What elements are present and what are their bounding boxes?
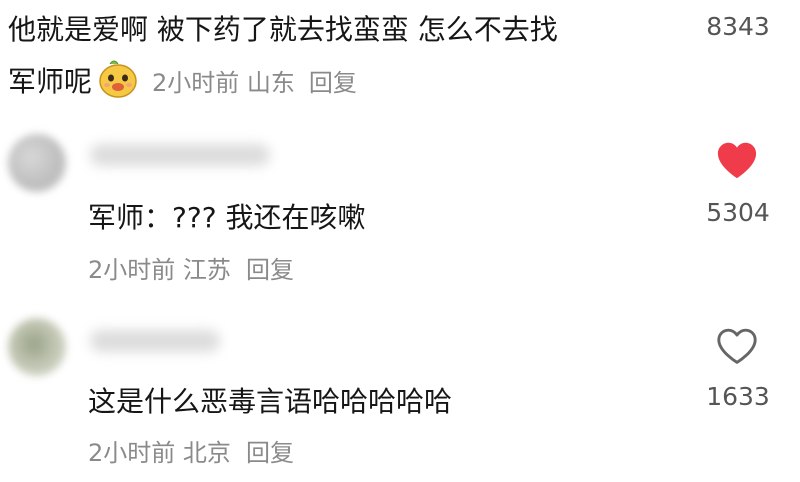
like-count: 1633 [706,382,770,411]
reply-button[interactable]: 回复 [309,63,357,98]
comment-text: 这是什么恶毒言语哈哈哈哈哈 [88,385,453,418]
like-count: 8343 [706,12,770,41]
comment-meta: 2小时前 北京 回复 [88,433,294,468]
username-blurred[interactable] [90,144,270,166]
comment-time-location: 2小时前 山东 [152,68,295,97]
doge-emoji-icon [96,56,140,104]
reply-button[interactable]: 回复 [246,439,294,467]
comment-text-line1: 他就是爱啊 被下药了就去找蛮蛮 怎么不去找 [8,13,558,46]
heart-filled-icon[interactable] [715,140,759,184]
avatar[interactable] [8,318,66,376]
comment-line2: 军师呢 2小时前 山东 回复 [8,56,357,104]
heart-outline-icon[interactable] [715,326,759,370]
like-count: 5304 [706,198,770,227]
comment-time-location: 2小时前 北京 [88,439,231,467]
comment-time-location: 2小时前 江苏 [88,256,231,284]
reply-button[interactable]: 回复 [246,256,294,284]
comment-meta: 2小时前 江苏 回复 [88,250,294,285]
comment-text-line2: 军师呢 [8,65,93,98]
comment-text: 军师：??? 我还在咳嗽 [88,201,366,234]
username-blurred[interactable] [90,330,220,352]
avatar[interactable] [8,134,66,192]
